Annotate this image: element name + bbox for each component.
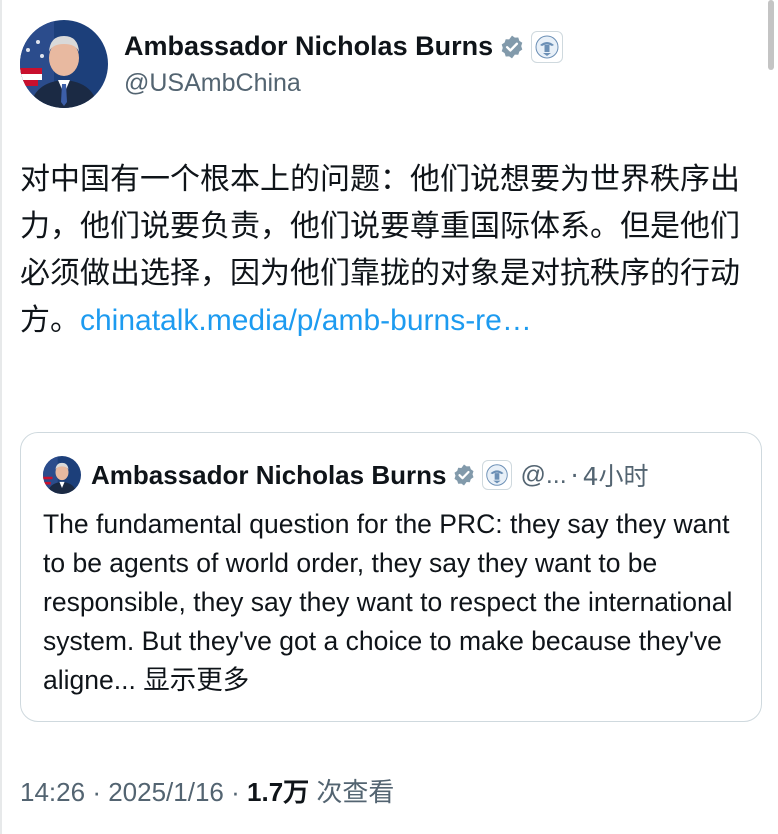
- left-border: [0, 0, 2, 834]
- verified-badge-icon[interactable]: [452, 463, 476, 487]
- separator-dot: ·: [231, 777, 240, 807]
- views-label: 次查看: [316, 778, 395, 808]
- quoted-tweet-time[interactable]: 4小时: [583, 457, 649, 493]
- us-government-seal-icon[interactable]: [482, 460, 513, 490]
- us-government-seal-icon[interactable]: [531, 30, 564, 63]
- quoted-author-avatar[interactable]: [43, 456, 81, 494]
- avatar-photo-icon: [20, 20, 108, 108]
- views-count[interactable]: 1.7万: [247, 777, 309, 807]
- author-handle[interactable]: @USAmbChina: [124, 69, 563, 98]
- scrollbar[interactable]: [768, 0, 774, 70]
- separator-dot: ·: [92, 777, 101, 807]
- author-names: Ambassador Nicholas Burns @USAmbChina: [124, 30, 564, 98]
- author-name-row: Ambassador Nicholas Burns: [124, 30, 564, 63]
- quoted-author-handle[interactable]: @...: [520, 461, 566, 490]
- tweet-body: 对中国有一个根本上的问题：他们说想要为世界秩序出力，他们说要负责，他们说要尊重国…: [20, 156, 760, 344]
- tweet-header: Ambassador Nicholas Burns @USAmbChina: [20, 20, 564, 108]
- quoted-author-name[interactable]: Ambassador Nicholas Burns: [91, 460, 446, 491]
- separator-dot: ·: [570, 460, 579, 490]
- author-name[interactable]: Ambassador Nicholas Burns: [124, 31, 493, 62]
- verified-badge-icon[interactable]: [499, 34, 525, 60]
- avatar-photo-icon: [43, 456, 81, 494]
- show-more-link[interactable]: 显示更多: [143, 665, 249, 696]
- quoted-tweet-header: Ambassador Nicholas Burns @... · 4小时: [43, 455, 649, 495]
- tweet-link[interactable]: chinatalk.media/p/amb-burns-re…: [80, 304, 532, 337]
- tweet-date[interactable]: 2025/1/16: [108, 777, 224, 807]
- quoted-tweet[interactable]: Ambassador Nicholas Burns @... · 4小时 The…: [20, 432, 762, 722]
- quoted-tweet-body: The fundamental question for the PRC: th…: [43, 505, 743, 700]
- tweet-meta: 14:26 · 2025/1/16 · 1.7万 次查看: [20, 772, 394, 809]
- tweet-time[interactable]: 14:26: [20, 777, 85, 807]
- author-avatar[interactable]: [20, 20, 108, 108]
